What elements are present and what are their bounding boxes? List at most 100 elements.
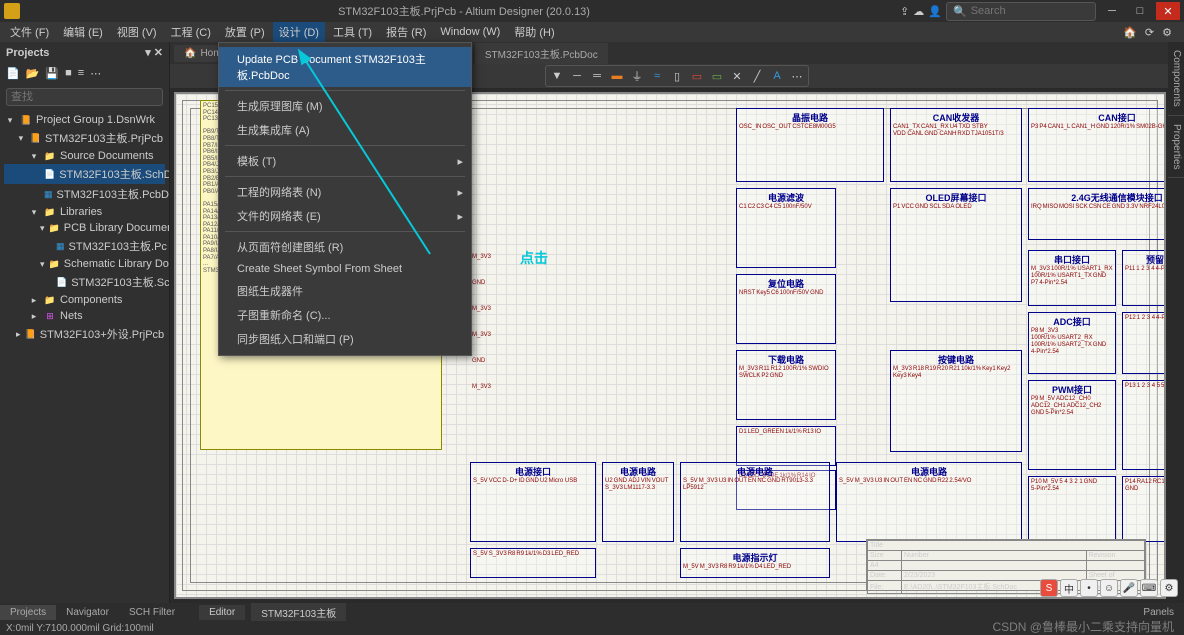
ime-logo-icon[interactable]: S: [1040, 579, 1058, 597]
more-icon[interactable]: ⋯: [788, 68, 806, 84]
ime-kbd-icon[interactable]: ⌨: [1140, 579, 1158, 597]
panel-menu-icon[interactable]: ▾ ✕: [145, 46, 163, 59]
compile-icon[interactable]: ■: [65, 67, 72, 80]
more-icon[interactable]: ⋯: [90, 67, 101, 80]
save-icon[interactable]: 💾: [45, 67, 59, 80]
menu-item[interactable]: Update PCB Document STM32F103主板.PcbDoc: [219, 47, 471, 87]
schematic-block[interactable]: D1LED_GREEN1k/1%R13IO: [736, 426, 836, 466]
editor-file-label[interactable]: STM32F103主板: [251, 603, 346, 622]
menu-place[interactable]: 放置 (P): [219, 22, 271, 42]
ime-set-icon[interactable]: ⚙: [1160, 579, 1178, 597]
schematic-block[interactable]: CAN接口P3P4CAN1_LCAN1_HGND120R/1%SM02B-GHS…: [1028, 108, 1166, 182]
menu-item[interactable]: 工程的网络表 (N)▸: [219, 180, 471, 204]
menu-item[interactable]: 图纸生成器件: [219, 279, 471, 303]
side-tab-properties[interactable]: Properties: [1168, 116, 1184, 179]
schematic-block[interactable]: P14RA12RC1155-Pin*2.54GND: [1122, 476, 1166, 542]
menu-view[interactable]: 视图 (V): [111, 22, 163, 42]
menu-help[interactable]: 帮助 (H): [508, 22, 560, 42]
schematic-block[interactable]: PWM接口P9M_5VADC12_CH0ADC12_CH1ADC12_CH2GN…: [1028, 380, 1116, 470]
part-icon[interactable]: ▯: [668, 68, 686, 84]
minimize-button[interactable]: ─: [1100, 2, 1124, 20]
schematic-block[interactable]: OLED屏幕接口P1VCCGNDSCLSDAOLED: [890, 188, 1022, 302]
tree-item[interactable]: ▸📁Components: [4, 292, 165, 308]
tree-item[interactable]: ▾📁Schematic Library Doc: [4, 256, 165, 272]
schematic-block[interactable]: 电源滤波C1C2C3C4C5100nF/50V: [736, 188, 836, 268]
home-icon[interactable]: 🏠: [1123, 26, 1137, 39]
wire-icon[interactable]: ─: [568, 68, 586, 84]
side-tab-components[interactable]: Components: [1168, 42, 1184, 116]
text-icon[interactable]: A: [768, 68, 786, 84]
schematic-block[interactable]: 2.4G无线通信模块接口IRQMISOMOSISCKCSNCEGND3.3VNR…: [1028, 188, 1166, 240]
user-icon[interactable]: 👤: [928, 5, 942, 18]
net-icon[interactable]: ▬: [608, 68, 626, 84]
tree-item[interactable]: ▾📙STM32F103主板.PrjPcb: [4, 128, 165, 148]
schematic-block[interactable]: S_5VS_3V3R8R91k/1%D3LED_RED: [470, 548, 596, 578]
menu-item[interactable]: 文件的网络表 (E)▸: [219, 204, 471, 228]
power-icon[interactable]: ≈: [648, 68, 666, 84]
tree-item[interactable]: ▾📙Project Group 1.DsnWrk: [4, 112, 165, 128]
ime-emoji-icon[interactable]: ☺: [1100, 579, 1118, 597]
schematic-block[interactable]: 预留接口P111 2 3 44-Pin*2.54: [1122, 250, 1166, 306]
tab-pcbdoc[interactable]: STM32F103主板.PcbDoc: [475, 43, 608, 64]
noerc-icon[interactable]: ✕: [728, 68, 746, 84]
menu-project[interactable]: 工程 (C): [165, 22, 217, 42]
btab-projects[interactable]: Projects: [0, 605, 56, 620]
maximize-button[interactable]: □: [1128, 2, 1152, 20]
menu-item[interactable]: 同步图纸入口和端口 (P): [219, 327, 471, 351]
tree-item[interactable]: ▸📙STM32F103+外设.PrjPcb: [4, 324, 165, 344]
tree-item[interactable]: 📄STM32F103主板.Sc: [4, 272, 165, 292]
schematic-block[interactable]: 电源电路S_5VM_3V3U3INOUTENNCGNDR222.54/VO: [836, 462, 1022, 542]
menu-file[interactable]: 文件 (F): [4, 22, 55, 42]
bus-icon[interactable]: ═: [588, 68, 606, 84]
schematic-block[interactable]: 电源电路S_5VM_3V3U3INOUTENNCGNDRT9013-3.3LP5…: [680, 462, 830, 542]
btab-navigator[interactable]: Navigator: [56, 605, 119, 620]
schematic-block[interactable]: 按键电路M_3V3R18R19R20R2110k/1%Key1Key2Key3K…: [890, 350, 1022, 452]
menu-window[interactable]: Window (W): [434, 24, 506, 40]
tree-icon[interactable]: ≡: [78, 67, 84, 80]
schematic-block[interactable]: P121 2 3 44-Pin*2.54: [1122, 312, 1166, 374]
sheet-icon[interactable]: ▭: [688, 68, 706, 84]
line-icon[interactable]: ╱: [748, 68, 766, 84]
gnd-icon[interactable]: ⏚: [628, 68, 646, 84]
schematic-block[interactable]: 下载电路M_3V3R11R12100R/1%SWDIOSWCLKP2GND: [736, 350, 836, 420]
menu-item[interactable]: 生成集成库 (A): [219, 118, 471, 142]
tree-item[interactable]: ▾📁Libraries: [4, 204, 165, 220]
schematic-block[interactable]: 晶振电路OSC_INOSC_OUTCSTCE8M00G5: [736, 108, 884, 182]
menu-design[interactable]: 设计 (D): [273, 22, 325, 42]
close-button[interactable]: ✕: [1156, 2, 1180, 20]
filter-icon[interactable]: ▼: [548, 68, 566, 84]
menu-item[interactable]: 从页面符创建图纸 (R): [219, 235, 471, 259]
menu-edit[interactable]: 编辑 (E): [57, 22, 109, 42]
ime-cn-icon[interactable]: 中: [1060, 579, 1078, 597]
tree-item[interactable]: ▾📁Source Documents: [4, 148, 165, 164]
port-icon[interactable]: ▭: [708, 68, 726, 84]
schematic-block[interactable]: 复位电路NRSTKey5C6100nF/50VGND: [736, 274, 836, 344]
tree-item[interactable]: ▦STM32F103主板.Pc: [4, 236, 165, 256]
tree-item[interactable]: 📄STM32F103主板.SchD: [4, 164, 165, 184]
tree-item[interactable]: ▸⊞Nets: [4, 308, 165, 324]
schematic-block[interactable]: P10M_5V5 4 3 2 1GND5-Pin*2.54: [1028, 476, 1116, 542]
global-search[interactable]: 🔍: [946, 2, 1096, 21]
schematic-block[interactable]: P131 2 3 4 55-Pin*2.54: [1122, 380, 1166, 470]
menu-tools[interactable]: 工具 (T): [327, 22, 378, 42]
menu-item[interactable]: 模板 (T)▸: [219, 149, 471, 173]
settings-icon[interactable]: ⚙: [1162, 26, 1172, 39]
ime-punct-icon[interactable]: •: [1080, 579, 1098, 597]
schematic-block[interactable]: 电源电路U2GND ADJVINVOUTS_3V3LM1117-3.3: [602, 462, 674, 542]
ime-voice-icon[interactable]: 🎤: [1120, 579, 1138, 597]
schematic-block[interactable]: 串口接口M_3V3100R/1% USART1_RX100R/1% USART1…: [1028, 250, 1116, 306]
schematic-block[interactable]: 电源指示灯M_5VM_3V3R8R91k/1%D4LED_RED: [680, 548, 830, 578]
btab-schfilter[interactable]: SCH Filter: [119, 605, 185, 620]
cloud-icon[interactable]: ☁: [913, 5, 924, 18]
schematic-block[interactable]: ADC接口P8M_3V3100R/1% USART2_RX100R/1% USA…: [1028, 312, 1116, 374]
new-icon[interactable]: 📄: [6, 67, 20, 80]
menu-item[interactable]: 生成原理图库 (M): [219, 94, 471, 118]
menu-item[interactable]: 子图重新命名 (C)...: [219, 303, 471, 327]
menu-item[interactable]: Create Sheet Symbol From Sheet: [219, 259, 471, 279]
refresh-icon[interactable]: ⟳: [1145, 26, 1154, 39]
schematic-block[interactable]: 电源接口S_5VVCCD-D+IDGNDU2Micro USB: [470, 462, 596, 542]
project-search-input[interactable]: [6, 88, 163, 106]
menu-report[interactable]: 报告 (R): [380, 22, 432, 42]
search-input[interactable]: [971, 5, 1089, 17]
tree-item[interactable]: ▦STM32F103主板.PcbD: [4, 184, 165, 204]
